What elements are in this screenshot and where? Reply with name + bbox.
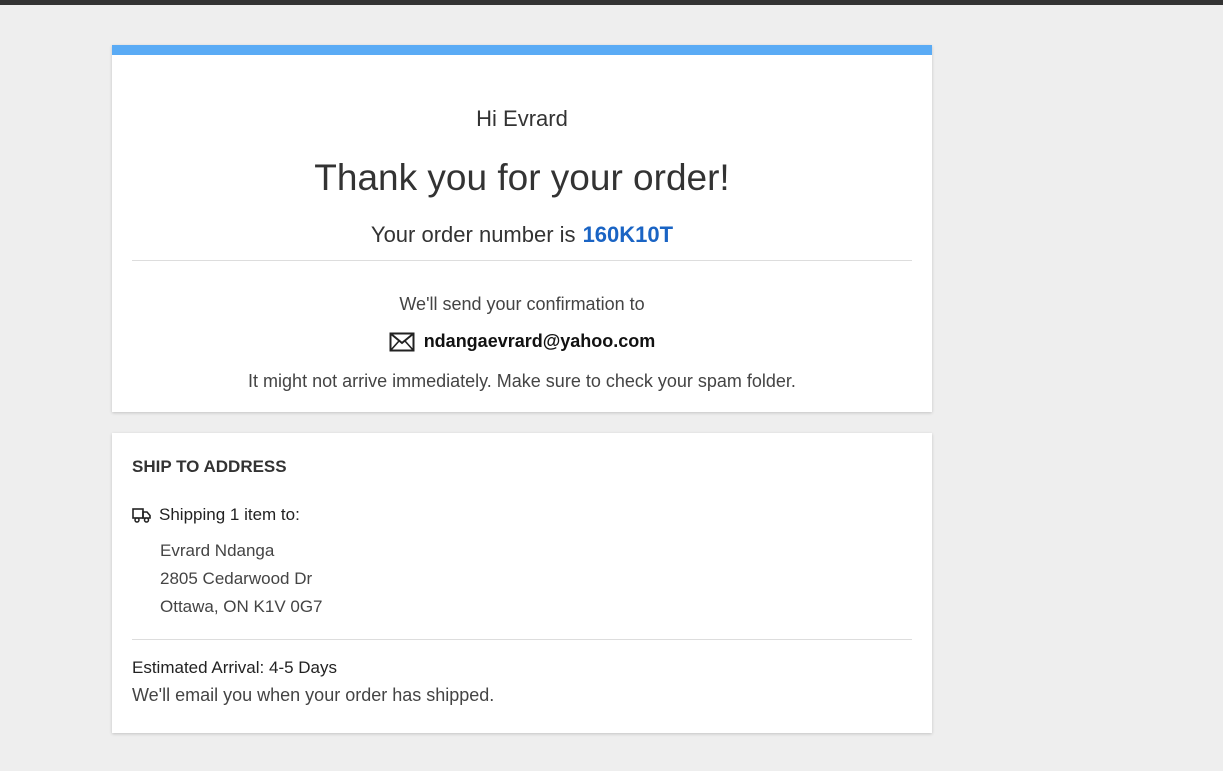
email-address: ndangaevrard@yahoo.com [423,331,656,351]
estimated-arrival: Estimated Arrival: 4-5 Days [132,658,338,677]
greeting: Hi Evrard [476,106,568,131]
ship-to-address-card: SHIP TO ADDRESS Shipping 1 item to: Evra… [112,433,932,733]
order-confirmation-card: Hi Evrard Thank you for your order! Your… [112,45,932,412]
send-confirmation-text: We'll send your confirmation to [399,294,645,314]
top-bar [0,0,1223,5]
address-street: 2805 Cedarwood Dr [160,569,313,588]
shipping-items-row: Shipping 1 item to: [132,505,300,525]
address-city: Ottawa, ON K1V 0G7 [160,597,323,616]
divider [132,639,912,640]
confirmation-email: ndangaevrard@yahoo.com [112,331,932,352]
order-number-line: Your order number is 160K10T [112,222,932,248]
address-name: Evrard Ndanga [160,541,275,560]
truck-icon [132,507,151,523]
spam-note: It might not arrive immediately. Make su… [248,371,796,391]
envelope-icon [389,332,415,352]
shipping-items-label: Shipping 1 item to: [159,505,300,524]
divider [132,260,912,261]
shipping-address: Evrard Ndanga 2805 Cedarwood Dr Ottawa, … [160,537,323,621]
shipping-email-note: We'll email you when your order has ship… [132,685,495,705]
order-number: 160K10T [582,222,674,247]
ship-to-title: SHIP TO ADDRESS [132,457,287,476]
page-title: Thank you for your order! [314,157,730,198]
order-number-prefix: Your order number is [370,222,576,247]
